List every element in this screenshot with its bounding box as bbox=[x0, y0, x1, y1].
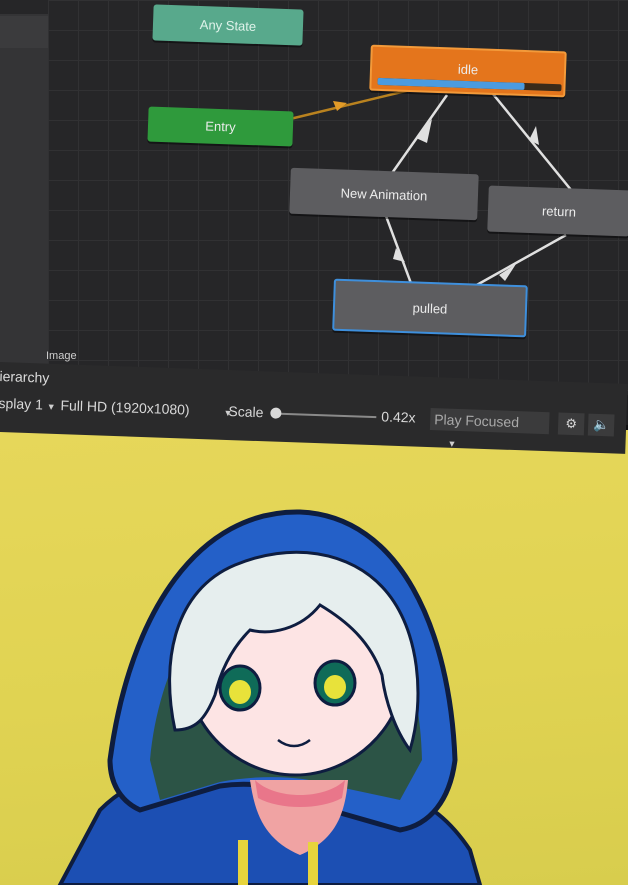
play-mode-label: Play Focused bbox=[433, 411, 520, 431]
transition-return-idle-arrow bbox=[529, 126, 539, 145]
scale-slider-thumb[interactable] bbox=[270, 407, 282, 419]
transition-entry-idle bbox=[289, 88, 411, 121]
scale-label: Scale bbox=[228, 403, 264, 421]
left-iris bbox=[229, 680, 251, 704]
transition-return-idle bbox=[492, 93, 577, 197]
state-return[interactable]: return bbox=[487, 185, 628, 237]
chevron-down-icon: ▼ bbox=[46, 401, 56, 412]
transition-idle-newanimation-arrow bbox=[416, 119, 432, 143]
state-pulled[interactable]: pulled bbox=[332, 278, 528, 338]
display-dropdown-label: splay 1 bbox=[0, 394, 44, 413]
scale-slider[interactable] bbox=[276, 412, 377, 419]
drawstring-right bbox=[308, 842, 318, 885]
bug-icon[interactable]: ⚙ bbox=[557, 412, 585, 436]
right-iris bbox=[324, 675, 346, 699]
character-render bbox=[57, 509, 483, 885]
animator-window: Image Any State Entry idle New Animation… bbox=[0, 0, 628, 425]
play-mode-dropdown[interactable]: Play Focused ▼ bbox=[429, 408, 550, 449]
scale-value: 0.42x bbox=[381, 408, 416, 426]
state-any-state[interactable]: Any State bbox=[152, 4, 304, 46]
chevron-down-icon: ▼ bbox=[447, 438, 457, 449]
state-idle-label: idle bbox=[457, 61, 479, 78]
state-new-animation[interactable]: New Animation bbox=[289, 167, 479, 221]
transition-pulled-return bbox=[465, 233, 567, 293]
resolution-dropdown[interactable]: Full HD (1920x1080) ▼ bbox=[60, 397, 238, 419]
scale-control: Scale 0.42x bbox=[228, 403, 416, 426]
state-idle-progress bbox=[377, 77, 562, 92]
drawstring-left bbox=[238, 840, 248, 885]
state-idle-progress-fill bbox=[377, 77, 525, 90]
state-entry[interactable]: Entry bbox=[147, 106, 294, 147]
hierarchy-tab-label[interactable]: ierarchy bbox=[0, 368, 50, 386]
resolution-dropdown-label: Full HD (1920x1080) bbox=[60, 397, 190, 418]
speaker-icon[interactable]: 🔈 bbox=[587, 413, 615, 437]
transition-newanimation-pulled bbox=[384, 215, 414, 287]
display-dropdown[interactable]: splay 1 ▼ bbox=[0, 395, 62, 413]
state-idle[interactable]: idle bbox=[369, 44, 567, 98]
